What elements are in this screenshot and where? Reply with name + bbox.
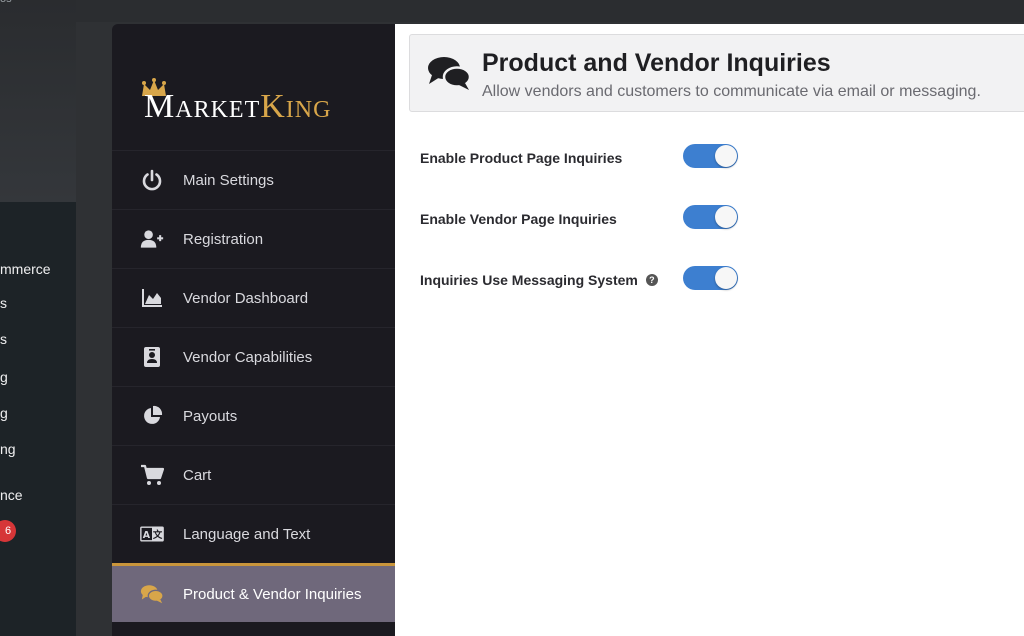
setting-label: Enable Product Page Inquiries	[420, 150, 623, 166]
toggle-knob	[715, 267, 737, 289]
toggle-inquiries-messaging-system[interactable]	[683, 266, 738, 290]
wp-menu-item[interactable]: s	[0, 292, 76, 314]
nav-item-cart[interactable]: Cart	[112, 445, 395, 504]
setting-label: Inquiries Use Messaging System	[420, 272, 638, 288]
nav-item-label: Vendor Dashboard	[183, 289, 309, 307]
toggle-knob	[715, 145, 737, 167]
chat-bubbles-icon	[428, 57, 472, 90]
help-icon[interactable]: ?	[645, 274, 658, 286]
nav-item-main-settings[interactable]: Main Settings	[112, 150, 395, 209]
wp-menu-item-woocommerce[interactable]: mmerce	[0, 258, 76, 280]
area-chart-icon	[140, 286, 164, 310]
page-title: Product and Vendor Inquiries	[482, 49, 831, 77]
nav-item-vendor-dashboard[interactable]: Vendor Dashboard	[112, 268, 395, 327]
wp-menu-item-appearance[interactable]: nce	[0, 484, 76, 506]
wp-menu-item[interactable]: g	[0, 402, 76, 424]
nav-item-label: Cart	[183, 466, 212, 484]
page-subtitle: Allow vendors and customers to communica…	[482, 83, 981, 100]
nav-item-language-and-text[interactable]: A文 Language and Text	[112, 504, 395, 563]
nav-item-label: Main Settings	[183, 171, 274, 189]
svg-text:A: A	[143, 530, 151, 541]
plugin-sidebar: MarketKing Main Settings Registration Ve…	[112, 24, 395, 636]
id-badge-icon	[140, 345, 164, 369]
nav-item-registration[interactable]: Registration	[112, 209, 395, 268]
nav-item-label: Payouts	[183, 407, 238, 425]
logo-part-market: Market	[144, 88, 261, 125]
wp-menu-item[interactable]: s	[0, 328, 76, 350]
cart-icon	[140, 463, 164, 487]
wp-admin-top-area: os	[0, 0, 76, 202]
svg-text:文: 文	[152, 529, 163, 541]
user-plus-icon	[140, 227, 164, 251]
nav-item-vendor-capabilities[interactable]: Vendor Capabilities	[112, 327, 395, 386]
marketking-logo: MarketKing	[142, 78, 384, 130]
nav-item-label: Product & Vendor Inquiries	[183, 585, 362, 603]
logo-part-king: King	[260, 88, 332, 125]
nav-item-payouts[interactable]: Payouts	[112, 386, 395, 445]
toggle-product-page-inquiries[interactable]	[683, 144, 738, 168]
wp-cut-text: os	[0, 0, 12, 5]
nav-item-product-vendor-inquiries[interactable]: Product & Vendor Inquiries	[112, 563, 395, 622]
pie-chart-icon	[140, 404, 164, 428]
nav-item-label: Registration	[183, 230, 264, 248]
nav-item-label: Language and Text	[183, 525, 311, 543]
wp-menu-item[interactable]: ng	[0, 438, 76, 460]
toggle-knob	[715, 206, 737, 228]
section-header: Product and Vendor Inquiries Allow vendo…	[409, 34, 1024, 112]
setting-label: Enable Vendor Page Inquiries	[420, 211, 617, 227]
toggle-vendor-page-inquiries[interactable]	[683, 205, 738, 229]
nav-item-label: Vendor Capabilities	[183, 348, 313, 366]
admin-top-bar	[76, 0, 1024, 22]
language-icon: A文	[140, 522, 164, 546]
power-icon	[140, 168, 164, 192]
settings-nav: Main Settings Registration Vendor Dashbo…	[112, 150, 395, 622]
wp-menu-item[interactable]: g	[0, 366, 76, 388]
settings-panel: Product and Vendor Inquiries Allow vendo…	[395, 24, 1024, 636]
chat-bubbles-icon	[140, 582, 164, 606]
